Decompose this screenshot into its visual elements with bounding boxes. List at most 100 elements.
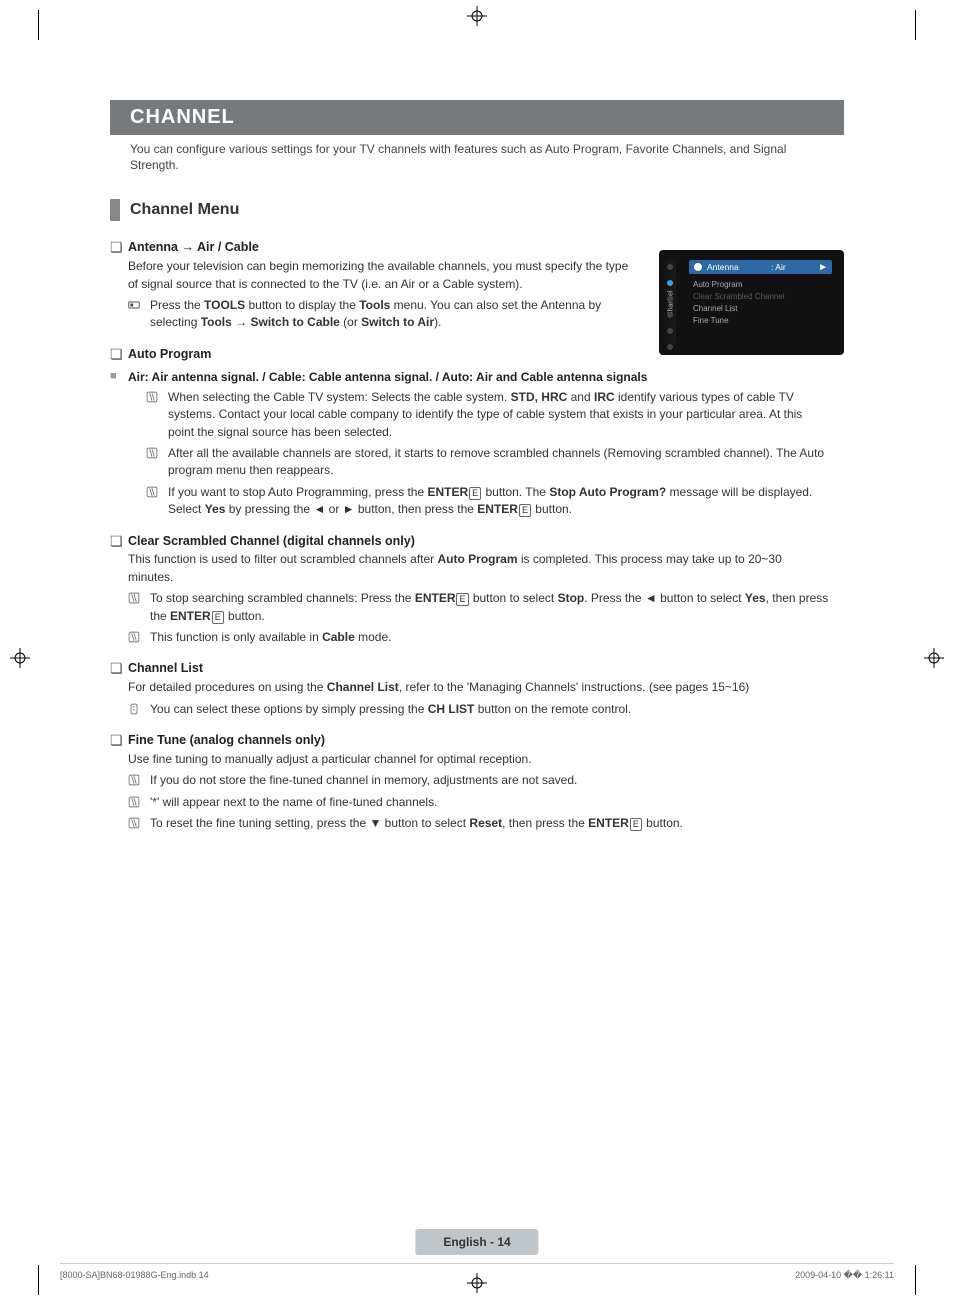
page-number-pill: English - 14 — [415, 1229, 538, 1255]
text: → — [232, 315, 251, 329]
enter-icon: E — [456, 593, 468, 606]
crop-mark — [910, 1265, 916, 1295]
footer-right: 2009-04-10 �� 1:26:11 — [795, 1270, 894, 1281]
enter-icon: E — [469, 487, 481, 500]
text: Tools — [359, 298, 390, 312]
text: STD, HRC — [511, 390, 568, 404]
text: Stop — [558, 591, 585, 605]
text: Tools — [201, 315, 232, 329]
square-bullet-icon: ❏ — [110, 533, 128, 550]
text: This function is used to filter out scra… — [128, 552, 438, 566]
finetune-heading: Fine Tune (analog channels only) — [128, 732, 325, 749]
text: You can select these options by simply p… — [150, 702, 428, 716]
text: button. — [225, 609, 265, 623]
text: Auto Program — [438, 552, 518, 566]
note-icon — [146, 389, 168, 403]
text: CH LIST — [428, 702, 475, 716]
channellist-heading: Channel List — [128, 660, 203, 677]
text: For detailed procedures on using the — [128, 680, 327, 694]
clearscrambled-note-1: To stop searching scrambled channels: Pr… — [150, 590, 830, 625]
clearscrambled-note-2: This function is only available in Cable… — [150, 629, 830, 646]
autoprogram-note-1: When selecting the Cable TV system: Sele… — [168, 389, 830, 441]
text: This function is only available in — [150, 630, 322, 644]
antenna-note: Press the TOOLS button to display the To… — [150, 297, 630, 332]
clearscrambled-block: ❏ Clear Scrambled Channel (digital chann… — [110, 533, 844, 647]
autoprogram-block: ❏ Auto Program ■ Air: Air antenna signal… — [110, 346, 844, 519]
note-icon — [128, 590, 150, 604]
text: ENTER — [427, 485, 468, 499]
text: button on the remote control. — [474, 702, 631, 716]
text: Yes — [745, 591, 766, 605]
note-icon — [128, 794, 150, 808]
remote-icon — [128, 701, 150, 715]
finetune-note-3: To reset the fine tuning setting, press … — [150, 815, 830, 832]
page-content: CHANNEL You can configure various settin… — [110, 100, 844, 847]
text: Switch to Air — [361, 315, 434, 329]
note-icon — [128, 629, 150, 643]
text: and — [567, 390, 594, 404]
intro-text: You can configure various settings for y… — [110, 135, 844, 191]
registration-mark-icon — [467, 6, 487, 26]
finetune-body: Use fine tuning to manually adjust a par… — [110, 751, 830, 768]
small-square-bullet-icon: ■ — [110, 369, 128, 384]
autoprogram-note-3: If you want to stop Auto Programming, pr… — [168, 484, 830, 519]
autoprogram-note-2: After all the available channels are sto… — [168, 445, 830, 480]
text: Channel List — [327, 680, 399, 694]
text: Cable — [322, 630, 355, 644]
text: Reset — [469, 816, 502, 830]
crop-mark — [910, 10, 916, 40]
text: by pressing the ◄ or ► button, then pres… — [225, 502, 477, 516]
text: TOOLS — [204, 298, 245, 312]
clearscrambled-heading: Clear Scrambled Channel (digital channel… — [128, 533, 415, 550]
registration-mark-icon — [924, 648, 944, 668]
square-bullet-icon: ❏ — [110, 239, 128, 256]
finetune-block: ❏ Fine Tune (analog channels only) Use f… — [110, 732, 844, 832]
text: button. — [532, 502, 572, 516]
clearscrambled-body: This function is used to filter out scra… — [110, 551, 830, 586]
channellist-block: ❏ Channel List For detailed procedures o… — [110, 660, 844, 718]
note-icon — [128, 815, 150, 829]
text: , then press the — [502, 816, 588, 830]
text: button. — [643, 816, 683, 830]
enter-icon: E — [519, 504, 531, 517]
text: If you want to stop Auto Programming, pr… — [168, 485, 427, 499]
text: Stop Auto Program? — [549, 485, 666, 499]
text: Air / Cable — [197, 240, 259, 254]
finetune-note-2: '*' will appear next to the name of fine… — [150, 794, 830, 811]
text: button to display the — [245, 298, 359, 312]
footer: [8000-SA]BN68-01988G-Eng.indb 14 2009-04… — [60, 1263, 894, 1281]
enter-icon: E — [630, 818, 642, 831]
square-bullet-icon: ❏ — [110, 346, 128, 363]
registration-mark-icon — [10, 648, 30, 668]
section-heading: Channel Menu — [110, 199, 844, 221]
text: Antenna — [128, 240, 178, 254]
antenna-block: ❏ Antenna → Air / Cable Before your tele… — [110, 239, 844, 331]
footer-left: [8000-SA]BN68-01988G-Eng.indb 14 — [60, 1270, 209, 1281]
autoprogram-signal-heading: Air: Air antenna signal. / Cable: Cable … — [128, 369, 647, 385]
text: To reset the fine tuning setting, press … — [150, 816, 469, 830]
tools-icon — [128, 297, 150, 311]
page-title-bar: CHANNEL — [110, 100, 844, 135]
text: , refer to the 'Managing Channels' instr… — [399, 680, 749, 694]
antenna-body: Before your television can begin memoriz… — [110, 258, 630, 293]
square-bullet-icon: ❏ — [110, 732, 128, 749]
text: mode. — [355, 630, 392, 644]
page-title: CHANNEL — [130, 106, 235, 128]
note-icon — [146, 445, 168, 459]
text: button. The — [482, 485, 549, 499]
note-icon — [146, 484, 168, 498]
section-rule-icon — [110, 199, 120, 221]
text: Press the — [150, 298, 204, 312]
crop-mark — [38, 1265, 44, 1295]
note-icon — [128, 772, 150, 786]
text: IRC — [594, 390, 615, 404]
square-bullet-icon: ❏ — [110, 660, 128, 677]
text: button to select — [470, 591, 558, 605]
text: ). — [434, 315, 441, 329]
text: To stop searching scrambled channels: Pr… — [150, 591, 415, 605]
text: ENTER — [477, 502, 518, 516]
section-title: Channel Menu — [130, 201, 239, 219]
text: ENTER — [588, 816, 629, 830]
arrow-right-icon: → — [181, 240, 194, 254]
channellist-note-1: You can select these options by simply p… — [150, 701, 830, 718]
